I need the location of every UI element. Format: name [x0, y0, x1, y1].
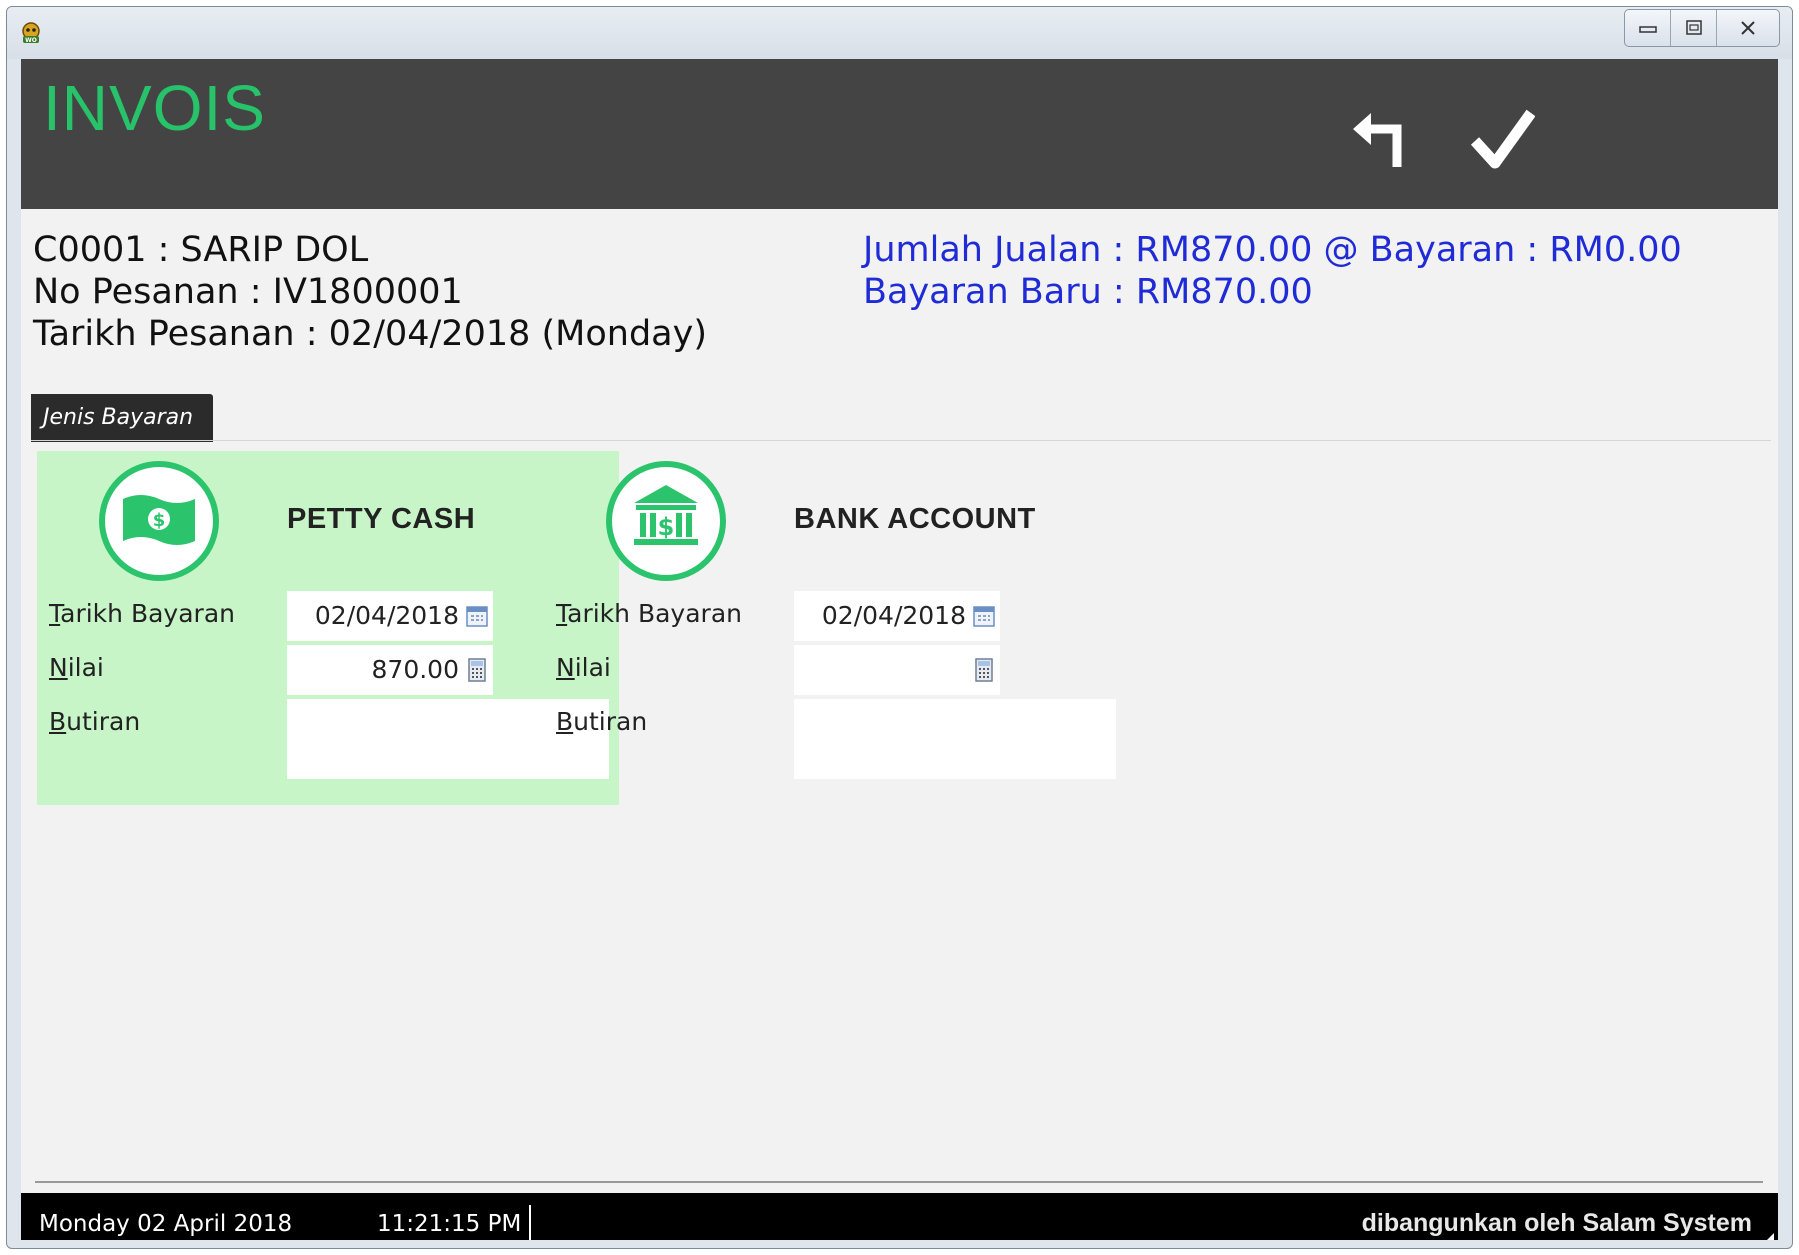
- resize-grip-icon[interactable]: [1756, 1233, 1774, 1240]
- amount-label: Nilai: [556, 653, 611, 682]
- calendar-icon[interactable]: [465, 604, 489, 628]
- order-date-text: Tarikh Pesanan : 02/04/2018 (Monday): [33, 314, 707, 354]
- payment-date-field[interactable]: 02/04/2018: [794, 591, 1000, 641]
- tab-jenis-bayaran[interactable]: Jenis Bayaran: [31, 394, 214, 442]
- status-bar: Monday 02 April 2018 11:21:15 PM dibangu…: [21, 1193, 1778, 1240]
- new-payment-text: Bayaran Baru : RM870.00: [863, 272, 1313, 312]
- payment-option-bank-account[interactable]: $ BANK ACCOUNT Tarikh Bayaran 02/04/2018…: [544, 451, 1126, 805]
- payment-title: PETTY CASH: [287, 503, 476, 535]
- date-label: Tarikh Bayaran: [556, 599, 742, 628]
- minimize-button[interactable]: [1625, 10, 1671, 46]
- amount-field[interactable]: 870.00: [287, 645, 493, 695]
- cash-icon: $: [99, 461, 219, 581]
- back-button[interactable]: [1339, 99, 1419, 179]
- status-time: 11:21:15 PM: [377, 1211, 522, 1237]
- calculator-icon[interactable]: [972, 658, 996, 682]
- customer-text: C0001 : SARIP DOL: [33, 230, 369, 270]
- details-label: Butiran: [556, 707, 648, 736]
- minimize-icon: [1638, 26, 1657, 33]
- checkmark-icon: [1471, 109, 1535, 169]
- restore-icon: [1685, 20, 1702, 35]
- window-controls: [1624, 9, 1780, 47]
- app-window: WO INVOIS C0001: SARIP DOL No Pesanan:…: [6, 6, 1793, 1249]
- tab-divider: [31, 440, 1771, 441]
- page-title: INVOIS: [43, 72, 266, 144]
- back-arrow-icon: [1353, 113, 1402, 167]
- payment-date-value: 02/04/2018: [821, 601, 966, 630]
- details-field[interactable]: [794, 699, 1116, 779]
- title-bar: WO: [7, 7, 1792, 59]
- app-icon: WO: [22, 22, 40, 44]
- details-label: Butiran: [49, 707, 141, 736]
- status-credit: dibangunkan oleh Salam System: [1361, 1209, 1752, 1237]
- amount-field[interactable]: [794, 645, 1000, 695]
- header-bar: INVOIS: [21, 59, 1778, 209]
- order-number-text: No Pesanan : IV1800001: [33, 272, 463, 312]
- svg-text:WO: WO: [25, 37, 37, 44]
- confirm-button[interactable]: [1463, 99, 1543, 179]
- date-label: Tarikh Bayaran: [49, 599, 235, 628]
- payment-summary: Jumlah Jualan : RM870.00 @ Bayaran : RM0…: [863, 229, 1682, 313]
- svg-text:$: $: [658, 513, 675, 541]
- restore-button[interactable]: [1671, 10, 1717, 46]
- payment-title: BANK ACCOUNT: [794, 503, 1036, 535]
- bank-icon: $: [606, 461, 726, 581]
- payment-date-field[interactable]: 02/04/2018: [287, 591, 493, 641]
- client-area: INVOIS C0001 : SARIP DOL No Pesanan : IV…: [21, 59, 1778, 1240]
- calculator-icon[interactable]: [465, 658, 489, 682]
- payment-date-value: 02/04/2018: [314, 601, 459, 630]
- status-date: Monday 02 April 2018: [39, 1211, 293, 1237]
- payment-option-petty-cash[interactable]: $ PETTY CASH Tarikh Bayaran 02/04/2018 N…: [37, 451, 619, 805]
- footer-divider: [35, 1181, 1763, 1183]
- calendar-icon[interactable]: [972, 604, 996, 628]
- svg-text:$: $: [153, 510, 166, 531]
- close-button[interactable]: [1717, 10, 1779, 46]
- totals-text: Jumlah Jualan : RM870.00 @ Bayaran : RM0…: [863, 230, 1682, 270]
- close-icon: [1741, 21, 1755, 35]
- amount-value: 870.00: [371, 655, 459, 684]
- status-separator: [529, 1205, 531, 1240]
- amount-label: Nilai: [49, 653, 104, 682]
- order-info: C0001 : SARIP DOL No Pesanan : IV1800001…: [33, 229, 707, 355]
